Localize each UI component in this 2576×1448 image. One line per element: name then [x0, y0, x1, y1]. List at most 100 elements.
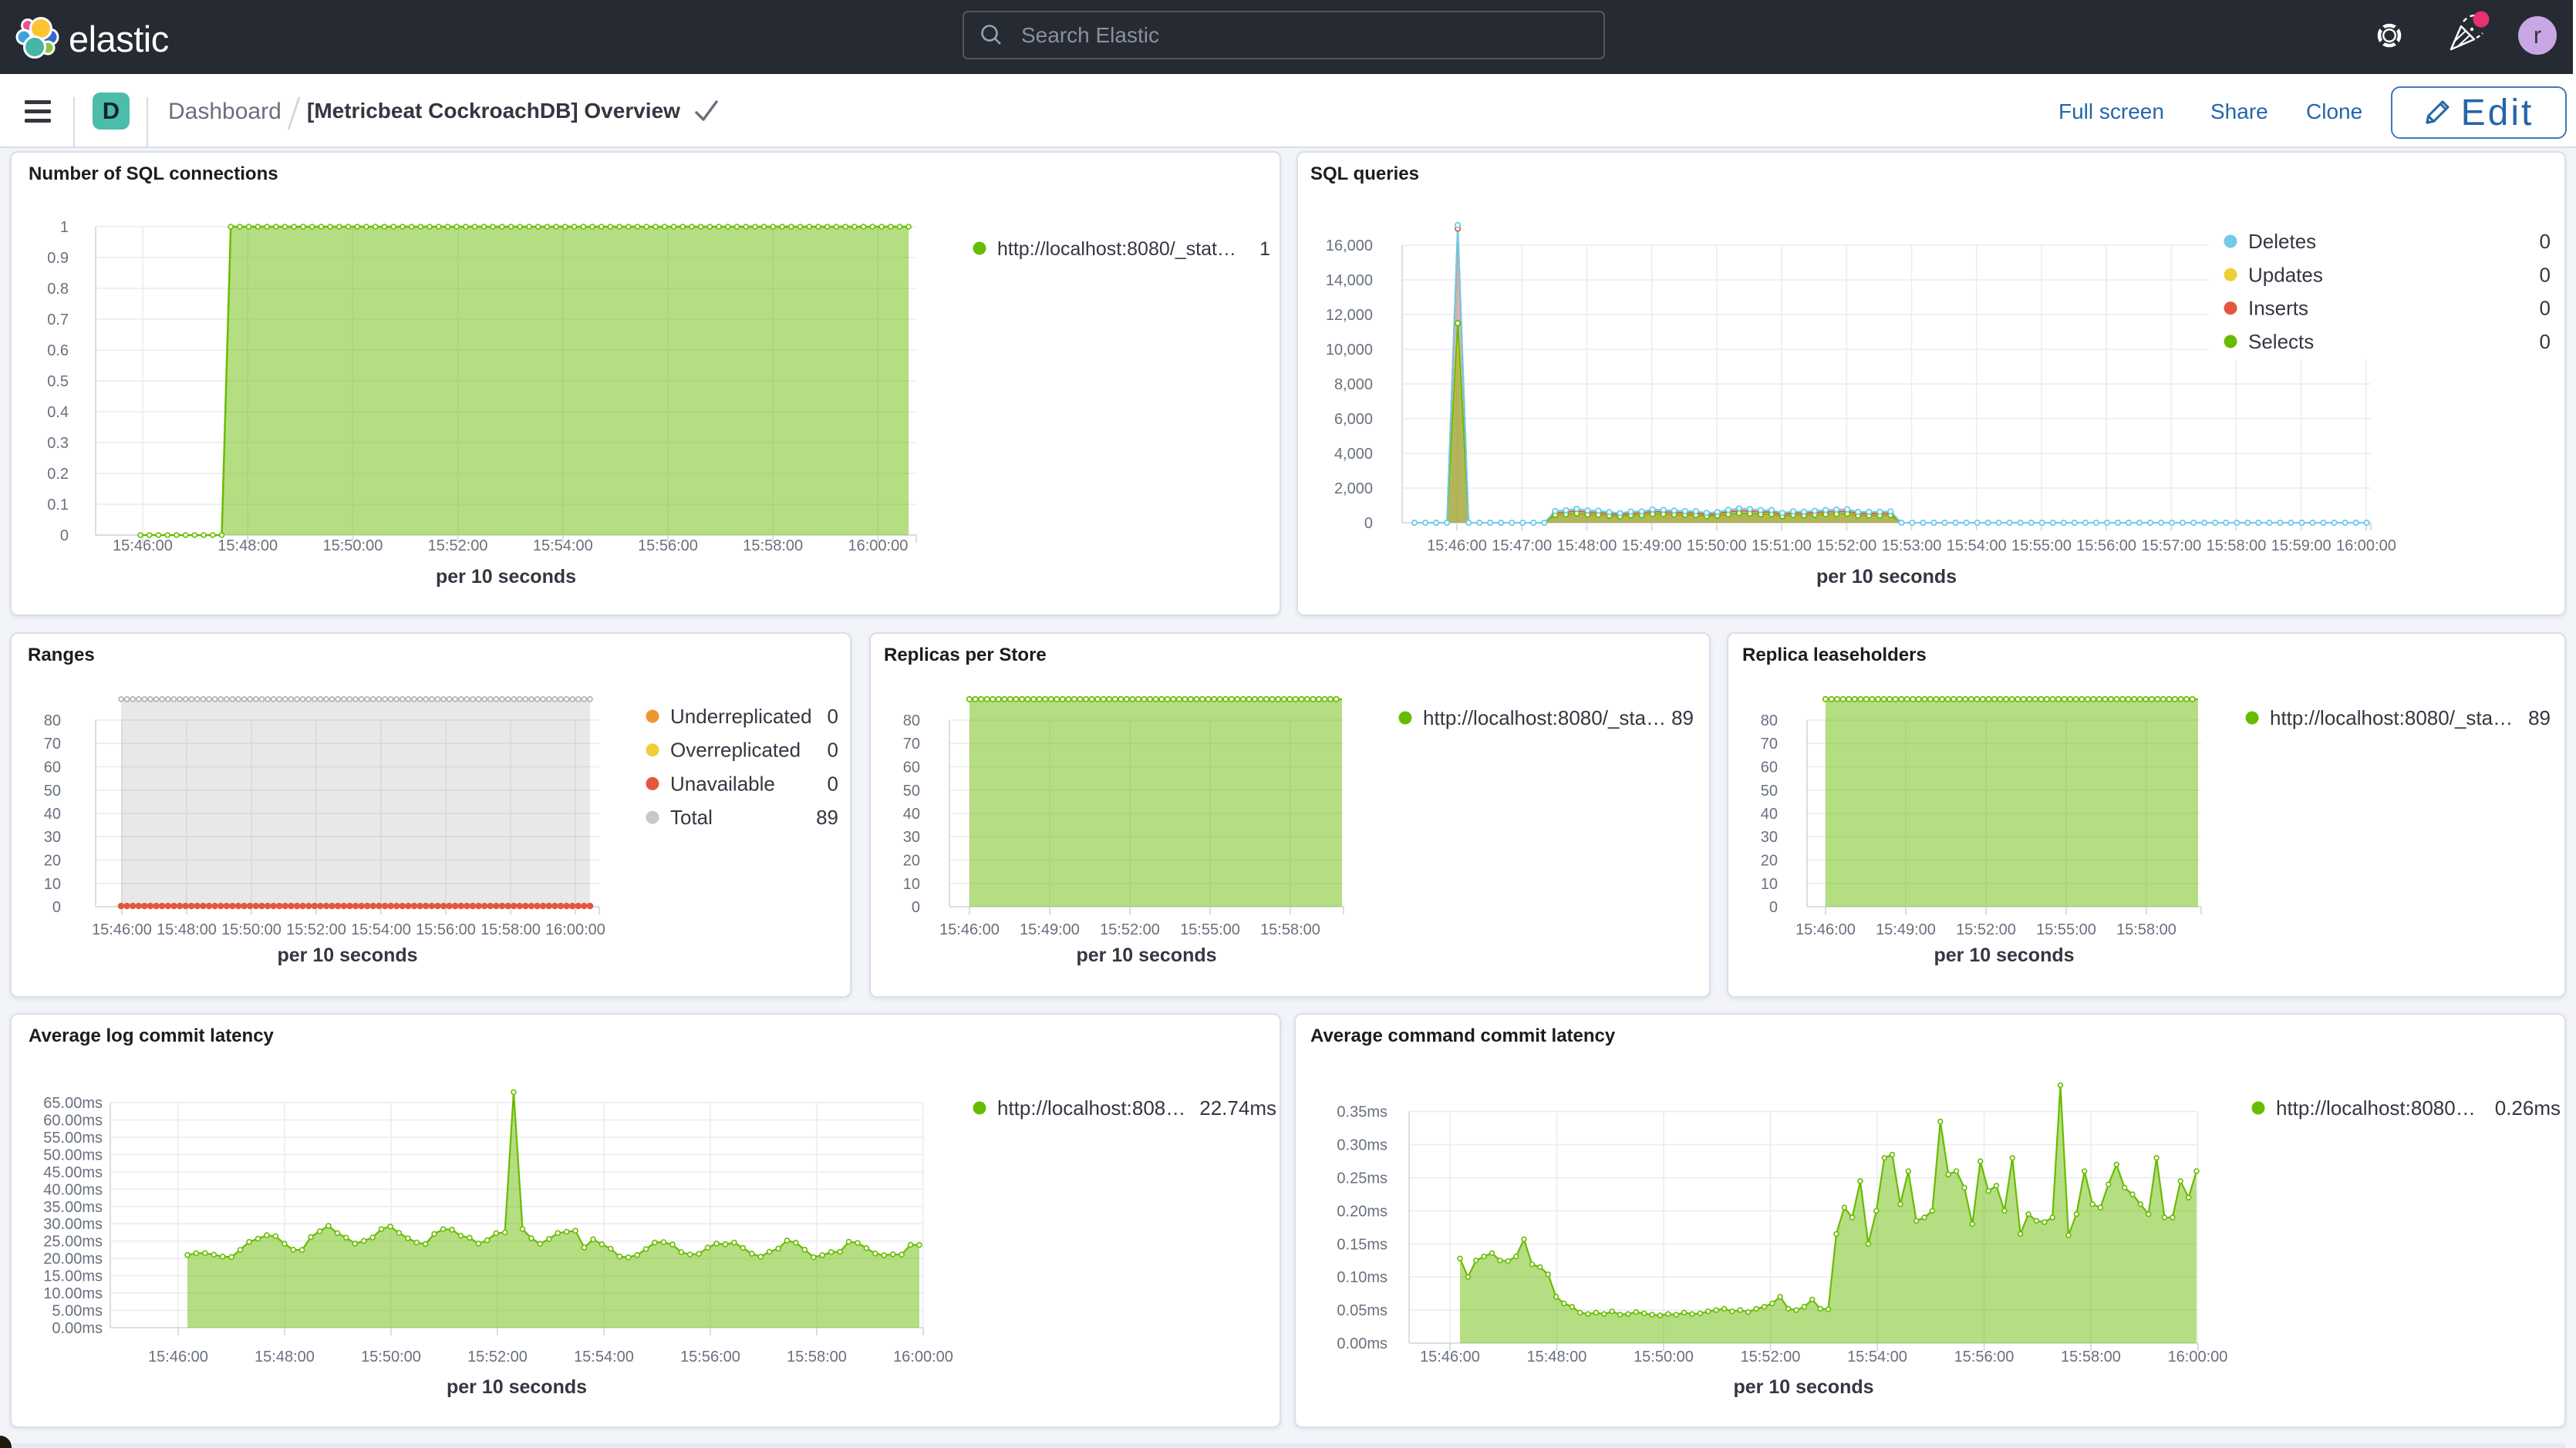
svg-text:0.5: 0.5: [47, 373, 69, 390]
svg-text:0: 0: [2540, 297, 2551, 320]
svg-text:30: 30: [903, 829, 920, 846]
svg-text:8,000: 8,000: [1334, 376, 1373, 393]
svg-text:89: 89: [1671, 706, 1694, 729]
svg-text:Inserts: Inserts: [2248, 297, 2308, 320]
svg-text:0: 0: [1364, 515, 1373, 532]
svg-text:15:58:00: 15:58:00: [2207, 537, 2267, 554]
svg-text:Underreplicated: Underreplicated: [670, 705, 812, 728]
svg-text:0: 0: [2540, 230, 2551, 253]
svg-text:12,000: 12,000: [1326, 307, 1373, 324]
svg-text:15:46:00: 15:46:00: [148, 1349, 208, 1365]
svg-text:89: 89: [816, 806, 838, 829]
svg-text:15:47:00: 15:47:00: [1492, 537, 1552, 554]
svg-text:15:46:00: 15:46:00: [1795, 921, 1856, 938]
svg-text:15:51:00: 15:51:00: [1752, 537, 1812, 554]
svg-text:15:54:00: 15:54:00: [351, 921, 411, 938]
svg-text:0: 0: [52, 899, 61, 916]
svg-text:15:54:00: 15:54:00: [1947, 537, 2007, 554]
svg-text:50: 50: [44, 783, 61, 800]
svg-text:15:56:00: 15:56:00: [638, 537, 698, 554]
svg-text:15:58:00: 15:58:00: [743, 537, 803, 554]
svg-text:30: 30: [1761, 829, 1778, 846]
svg-text:15:50:00: 15:50:00: [322, 537, 383, 554]
svg-text:0: 0: [828, 739, 838, 762]
svg-text:15:48:00: 15:48:00: [157, 921, 217, 938]
svg-text:30: 30: [44, 829, 61, 846]
svg-text:15:46:00: 15:46:00: [1420, 1349, 1480, 1365]
svg-text:15:52:00: 15:52:00: [1741, 1349, 1801, 1365]
svg-text:http://localhost:8080/_sta…: http://localhost:8080/_sta…: [1423, 706, 1666, 729]
svg-text:15:52:00: 15:52:00: [428, 537, 488, 554]
svg-text:per 10 seconds: per 10 seconds: [436, 566, 576, 588]
svg-text:per 10 seconds: per 10 seconds: [447, 1376, 587, 1398]
svg-text:4,000: 4,000: [1334, 446, 1373, 463]
svg-text:15:56:00: 15:56:00: [1954, 1349, 2015, 1365]
svg-text:10: 10: [903, 876, 920, 893]
svg-text:15:49:00: 15:49:00: [1876, 921, 1936, 938]
svg-text:15:52:00: 15:52:00: [1816, 537, 1876, 554]
svg-text:1: 1: [60, 219, 69, 236]
svg-text:15:58:00: 15:58:00: [480, 921, 541, 938]
svg-text:10: 10: [44, 876, 61, 893]
svg-text:70: 70: [1761, 736, 1778, 753]
svg-text:15:55:00: 15:55:00: [2036, 921, 2096, 938]
svg-text:65.00ms: 65.00ms: [43, 1095, 103, 1112]
svg-text:70: 70: [44, 736, 61, 753]
svg-text:0.00ms: 0.00ms: [1337, 1335, 1387, 1352]
svg-text:0: 0: [828, 705, 838, 728]
svg-text:15:54:00: 15:54:00: [1847, 1349, 1907, 1365]
svg-text:50: 50: [1761, 783, 1778, 800]
svg-text:16:00:00: 16:00:00: [545, 921, 605, 938]
svg-text:per 10 seconds: per 10 seconds: [1934, 945, 2074, 966]
svg-text:60: 60: [44, 759, 61, 776]
svg-text:0.4: 0.4: [47, 404, 69, 421]
svg-text:50.00ms: 50.00ms: [43, 1147, 103, 1163]
svg-text:15:46:00: 15:46:00: [939, 921, 1000, 938]
svg-text:15:56:00: 15:56:00: [2076, 537, 2136, 554]
svg-text:16:00:00: 16:00:00: [848, 537, 908, 554]
svg-text:0.00ms: 0.00ms: [52, 1320, 103, 1337]
svg-text:6,000: 6,000: [1334, 411, 1373, 428]
svg-text:15:59:00: 15:59:00: [2271, 537, 2332, 554]
svg-text:15:46:00: 15:46:00: [1427, 537, 1487, 554]
svg-text:60: 60: [903, 759, 920, 776]
svg-text:15:54:00: 15:54:00: [533, 537, 593, 554]
svg-text:15:56:00: 15:56:00: [680, 1349, 740, 1365]
svg-text:89: 89: [2528, 706, 2551, 729]
svg-text:15:58:00: 15:58:00: [787, 1349, 847, 1365]
svg-text:15:48:00: 15:48:00: [217, 537, 278, 554]
svg-text:80: 80: [903, 712, 920, 729]
svg-text:15:50:00: 15:50:00: [1634, 1349, 1694, 1365]
svg-text:0: 0: [60, 527, 69, 544]
svg-text:10,000: 10,000: [1326, 342, 1373, 359]
svg-text:15:52:00: 15:52:00: [467, 1349, 528, 1365]
svg-text:15:50:00: 15:50:00: [1687, 537, 1747, 554]
svg-text:60: 60: [1761, 759, 1778, 776]
svg-text:15:57:00: 15:57:00: [2141, 537, 2201, 554]
svg-text:15:56:00: 15:56:00: [416, 921, 476, 938]
svg-text:http://localhost:808…: http://localhost:808…: [997, 1096, 1185, 1120]
svg-text:15:50:00: 15:50:00: [361, 1349, 421, 1365]
svg-text:22.74ms: 22.74ms: [1199, 1096, 1276, 1120]
svg-text:16:00:00: 16:00:00: [893, 1349, 953, 1365]
svg-text:0: 0: [912, 899, 920, 916]
svg-text:15:53:00: 15:53:00: [1882, 537, 1942, 554]
svg-text:15:49:00: 15:49:00: [1020, 921, 1080, 938]
svg-text:15:48:00: 15:48:00: [1556, 537, 1617, 554]
svg-text:40: 40: [1761, 806, 1778, 823]
svg-text:0.3: 0.3: [47, 435, 69, 452]
svg-text:Total: Total: [670, 806, 713, 829]
svg-text:0.6: 0.6: [47, 342, 69, 359]
svg-text:0.26ms: 0.26ms: [2495, 1096, 2561, 1120]
svg-text:15:54:00: 15:54:00: [574, 1349, 634, 1365]
svg-text:80: 80: [1761, 712, 1778, 729]
svg-text:0: 0: [2540, 263, 2551, 286]
svg-text:15:58:00: 15:58:00: [1260, 921, 1320, 938]
svg-text:Selects: Selects: [2248, 330, 2314, 353]
svg-text:0.8: 0.8: [47, 281, 69, 298]
svg-text:20: 20: [44, 853, 61, 870]
svg-text:15:55:00: 15:55:00: [1180, 921, 1240, 938]
svg-text:http://localhost:8080…: http://localhost:8080…: [2276, 1096, 2476, 1120]
svg-text:Deletes: Deletes: [2248, 230, 2316, 253]
svg-text:15:46:00: 15:46:00: [92, 921, 152, 938]
